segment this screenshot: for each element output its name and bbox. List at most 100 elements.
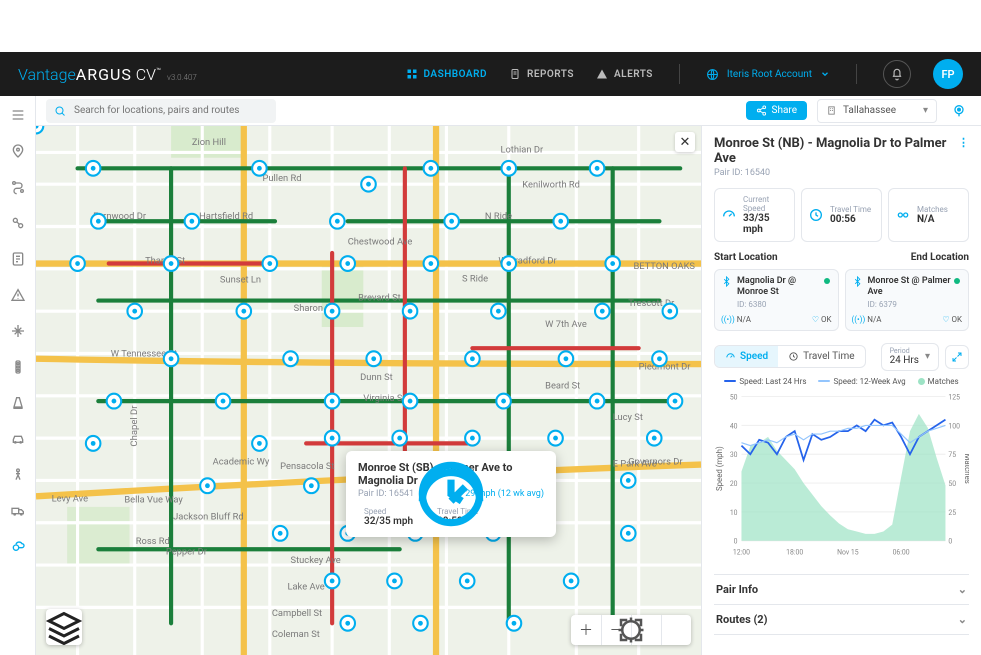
signal-icon[interactable] — [9, 358, 27, 376]
expand-chart-button[interactable] — [945, 345, 969, 369]
left-toolbar — [0, 96, 36, 655]
tab-speed[interactable]: Speed — [715, 346, 778, 367]
svg-text:Speed (mph): Speed (mph) — [715, 446, 724, 491]
kebab-menu[interactable]: ⋮ — [958, 136, 969, 149]
svg-text:Lucy St: Lucy St — [613, 412, 643, 423]
svg-text:S Ride: S Ride — [462, 273, 488, 284]
tab-travel-time[interactable]: Travel Time — [778, 346, 864, 367]
nav-dashboard[interactable]: DASHBOARD — [406, 68, 487, 80]
weather-icon[interactable] — [9, 538, 27, 556]
close-overlay-button[interactable]: ✕ — [675, 132, 695, 152]
share-icon — [756, 105, 767, 116]
svg-text:06:00: 06:00 — [893, 548, 910, 556]
alert-icon[interactable] — [9, 286, 27, 304]
clock-icon — [788, 351, 799, 362]
svg-text:Hartsfield Rd: Hartsfield Rd — [199, 211, 253, 222]
pin-icon[interactable] — [9, 142, 27, 160]
expand-icon — [951, 351, 963, 363]
nav-alerts[interactable]: ALERTS — [596, 68, 653, 80]
panel-pair-id: Pair ID: 16540 — [714, 168, 969, 178]
cone-icon[interactable] — [9, 394, 27, 412]
chevron-down-icon: ⌄ — [958, 583, 967, 596]
notifications-button[interactable] — [883, 60, 911, 88]
map-controls: ＋ － — [571, 615, 691, 645]
svg-text:N Ride: N Ride — [485, 211, 512, 222]
locate-button[interactable] — [947, 99, 971, 123]
search-icon — [54, 105, 66, 117]
nav-reports[interactable]: REPORTS — [509, 68, 574, 80]
search-input[interactable] — [72, 104, 268, 117]
svg-text:Pensacola St: Pensacola St — [280, 461, 334, 472]
svg-text:Jackson Bluff Rd: Jackson Bluff Rd — [173, 512, 244, 523]
svg-text:Lake Ave: Lake Ave — [287, 581, 324, 592]
reports-icon — [509, 68, 521, 80]
svg-text:50: 50 — [730, 393, 738, 401]
chevron-down-icon: ▾ — [925, 351, 930, 362]
accordion-pair-info[interactable]: Pair Info ⌄ — [714, 575, 969, 605]
truck-icon[interactable] — [9, 502, 27, 520]
svg-text:100: 100 — [948, 422, 960, 430]
period-dropdown[interactable]: Period 24 Hrs ▾ — [881, 343, 939, 371]
svg-text:Campbell St: Campbell St — [272, 608, 322, 619]
user-avatar[interactable]: FP — [933, 59, 963, 89]
detail-panel: Monroe St (NB) - Magnolia Dr to Palmer A… — [701, 126, 981, 655]
region-dropdown[interactable]: Tallahassee ▾ — [817, 99, 937, 123]
svg-text:20: 20 — [730, 480, 738, 488]
report-icon[interactable] — [9, 250, 27, 268]
start-location-card[interactable]: Magnolia Dr @ Monroe St ID: 6380 ((•)) N… — [714, 269, 839, 331]
search-input-wrap[interactable] — [46, 99, 276, 123]
panel-title: Monroe St (NB) - Magnolia Dr to Palmer A… — [714, 136, 958, 166]
speed-gauge-icon — [725, 351, 736, 362]
svg-text:Stuckey Ave: Stuckey Ave — [291, 555, 341, 566]
map-layers-button[interactable] — [46, 609, 82, 645]
globe-icon — [706, 68, 719, 81]
pairs-icon[interactable] — [9, 214, 27, 232]
status-dot-icon — [954, 278, 960, 284]
svg-text:12:00: 12:00 — [733, 548, 750, 556]
map-canvas[interactable]: Zion Hill Pullen Rd Lothian Dr Kenilwort… — [36, 126, 701, 655]
menu-icon[interactable] — [9, 106, 27, 124]
svg-text:Lothian Dr: Lothian Dr — [500, 144, 543, 155]
svg-text:Ross Rd: Ross Rd — [136, 536, 170, 547]
share-button[interactable]: Share — [746, 101, 807, 120]
svg-text:40: 40 — [730, 422, 738, 430]
segment-tooltip: Monroe St (SB) - Palmer Ave to Magnolia … — [346, 451, 556, 537]
svg-text:Bella Vue Way: Bella Vue Way — [124, 495, 183, 506]
chart-tabs: Speed Travel Time — [714, 345, 866, 368]
svg-text:Coleman St: Coleman St — [272, 629, 320, 640]
svg-text:Kenilworth Rd: Kenilworth Rd — [522, 179, 580, 190]
svg-text:Pepper Dr: Pepper Dr — [166, 546, 208, 557]
intersection-icon[interactable] — [9, 322, 27, 340]
fullscreen-icon — [571, 615, 691, 645]
building-icon — [826, 105, 837, 116]
svg-text:125: 125 — [948, 393, 960, 401]
account-menu[interactable]: Iteris Root Account — [706, 68, 830, 81]
route-icon[interactable] — [9, 178, 27, 196]
status-dot-icon — [824, 278, 830, 284]
matches-icon — [895, 207, 911, 223]
chart-legend: Speed: Last 24 Hrs Speed: 12-Week Avg Ma… — [714, 377, 969, 386]
end-location-heading: End Location — [911, 252, 969, 263]
svg-text:25: 25 — [948, 508, 956, 516]
svg-text:30: 30 — [730, 451, 738, 459]
svg-text:E Park Ave: E Park Ave — [613, 459, 657, 470]
svg-text:Dunn St: Dunn St — [360, 372, 393, 383]
clock-icon — [808, 207, 824, 223]
chevron-down-icon — [820, 69, 830, 79]
svg-text:Nov 15: Nov 15 — [837, 548, 859, 556]
svg-text:18:00: 18:00 — [786, 548, 803, 556]
svg-text:0: 0 — [948, 537, 952, 545]
accordion-routes[interactable]: Routes (2) ⌄ — [714, 605, 969, 635]
speed-chart: 01020304050025507510012512:0018:00Nov 15… — [714, 389, 969, 564]
svg-text:Chapel Dr: Chapel Dr — [129, 405, 140, 447]
car-icon[interactable] — [9, 430, 27, 448]
kpi-speed: Current Speed33/35 mph — [714, 188, 795, 242]
chevron-down-icon: ⌄ — [958, 613, 967, 626]
svg-text:Pullen Rd: Pullen Rd — [263, 173, 302, 184]
end-location-card[interactable]: Monroe St @ Palmer Ave ID: 6379 ((•)) N/… — [845, 269, 970, 331]
alerts-icon — [596, 68, 608, 80]
fullscreen-button[interactable] — [661, 615, 691, 645]
svg-text:10: 10 — [730, 508, 738, 516]
ped-icon[interactable] — [9, 466, 27, 484]
layers-icon — [46, 609, 82, 645]
